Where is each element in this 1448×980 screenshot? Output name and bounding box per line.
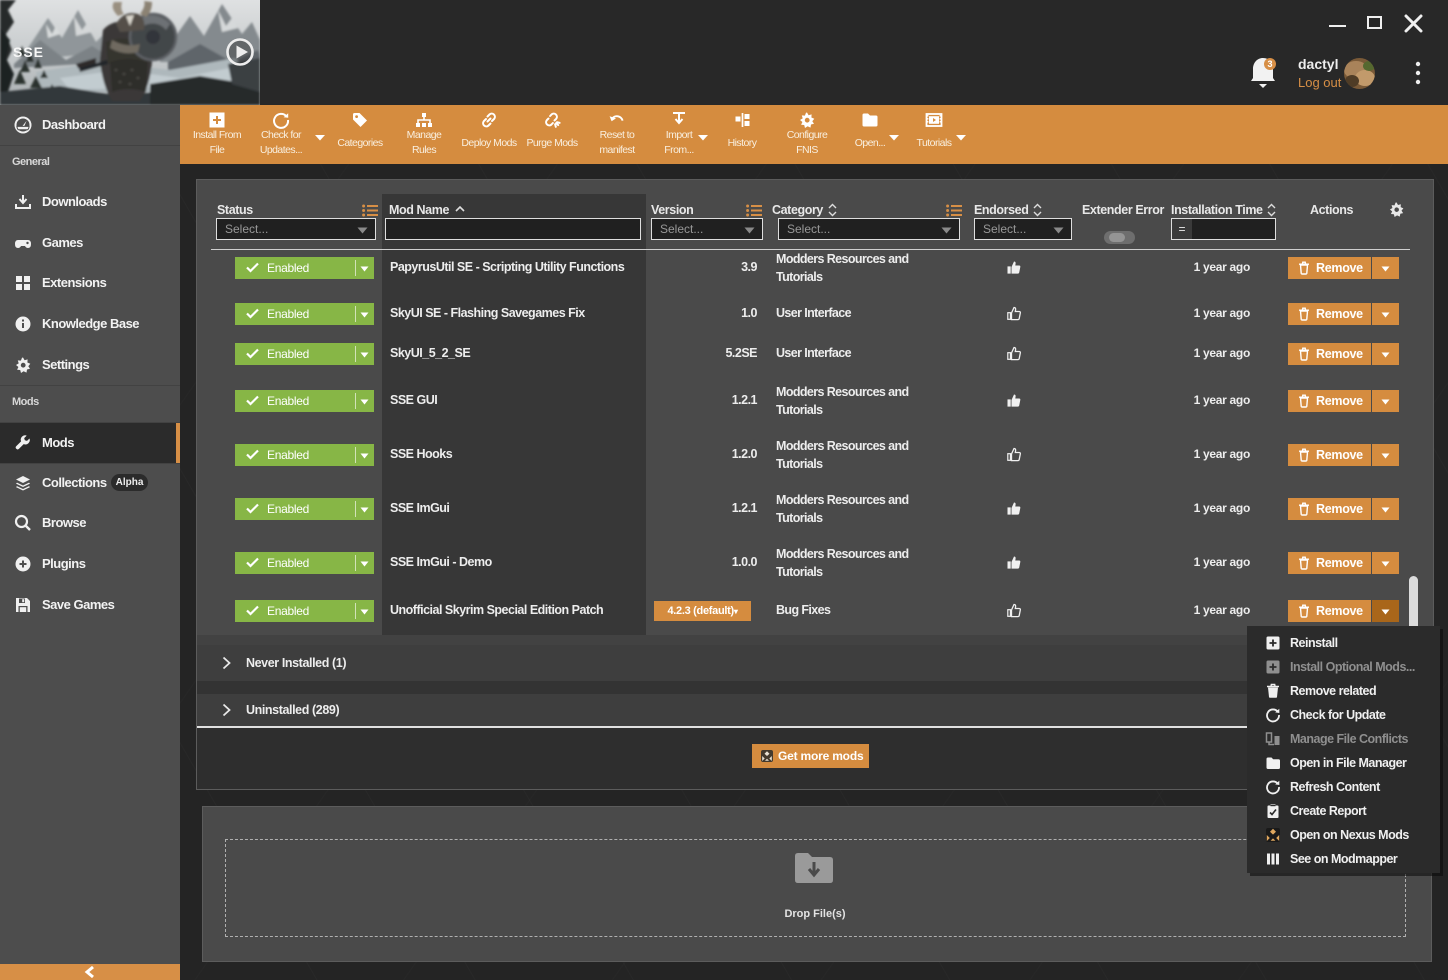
svg-text:3: 3 <box>1267 59 1272 69</box>
svg-text:SSE: SSE <box>13 44 44 60</box>
